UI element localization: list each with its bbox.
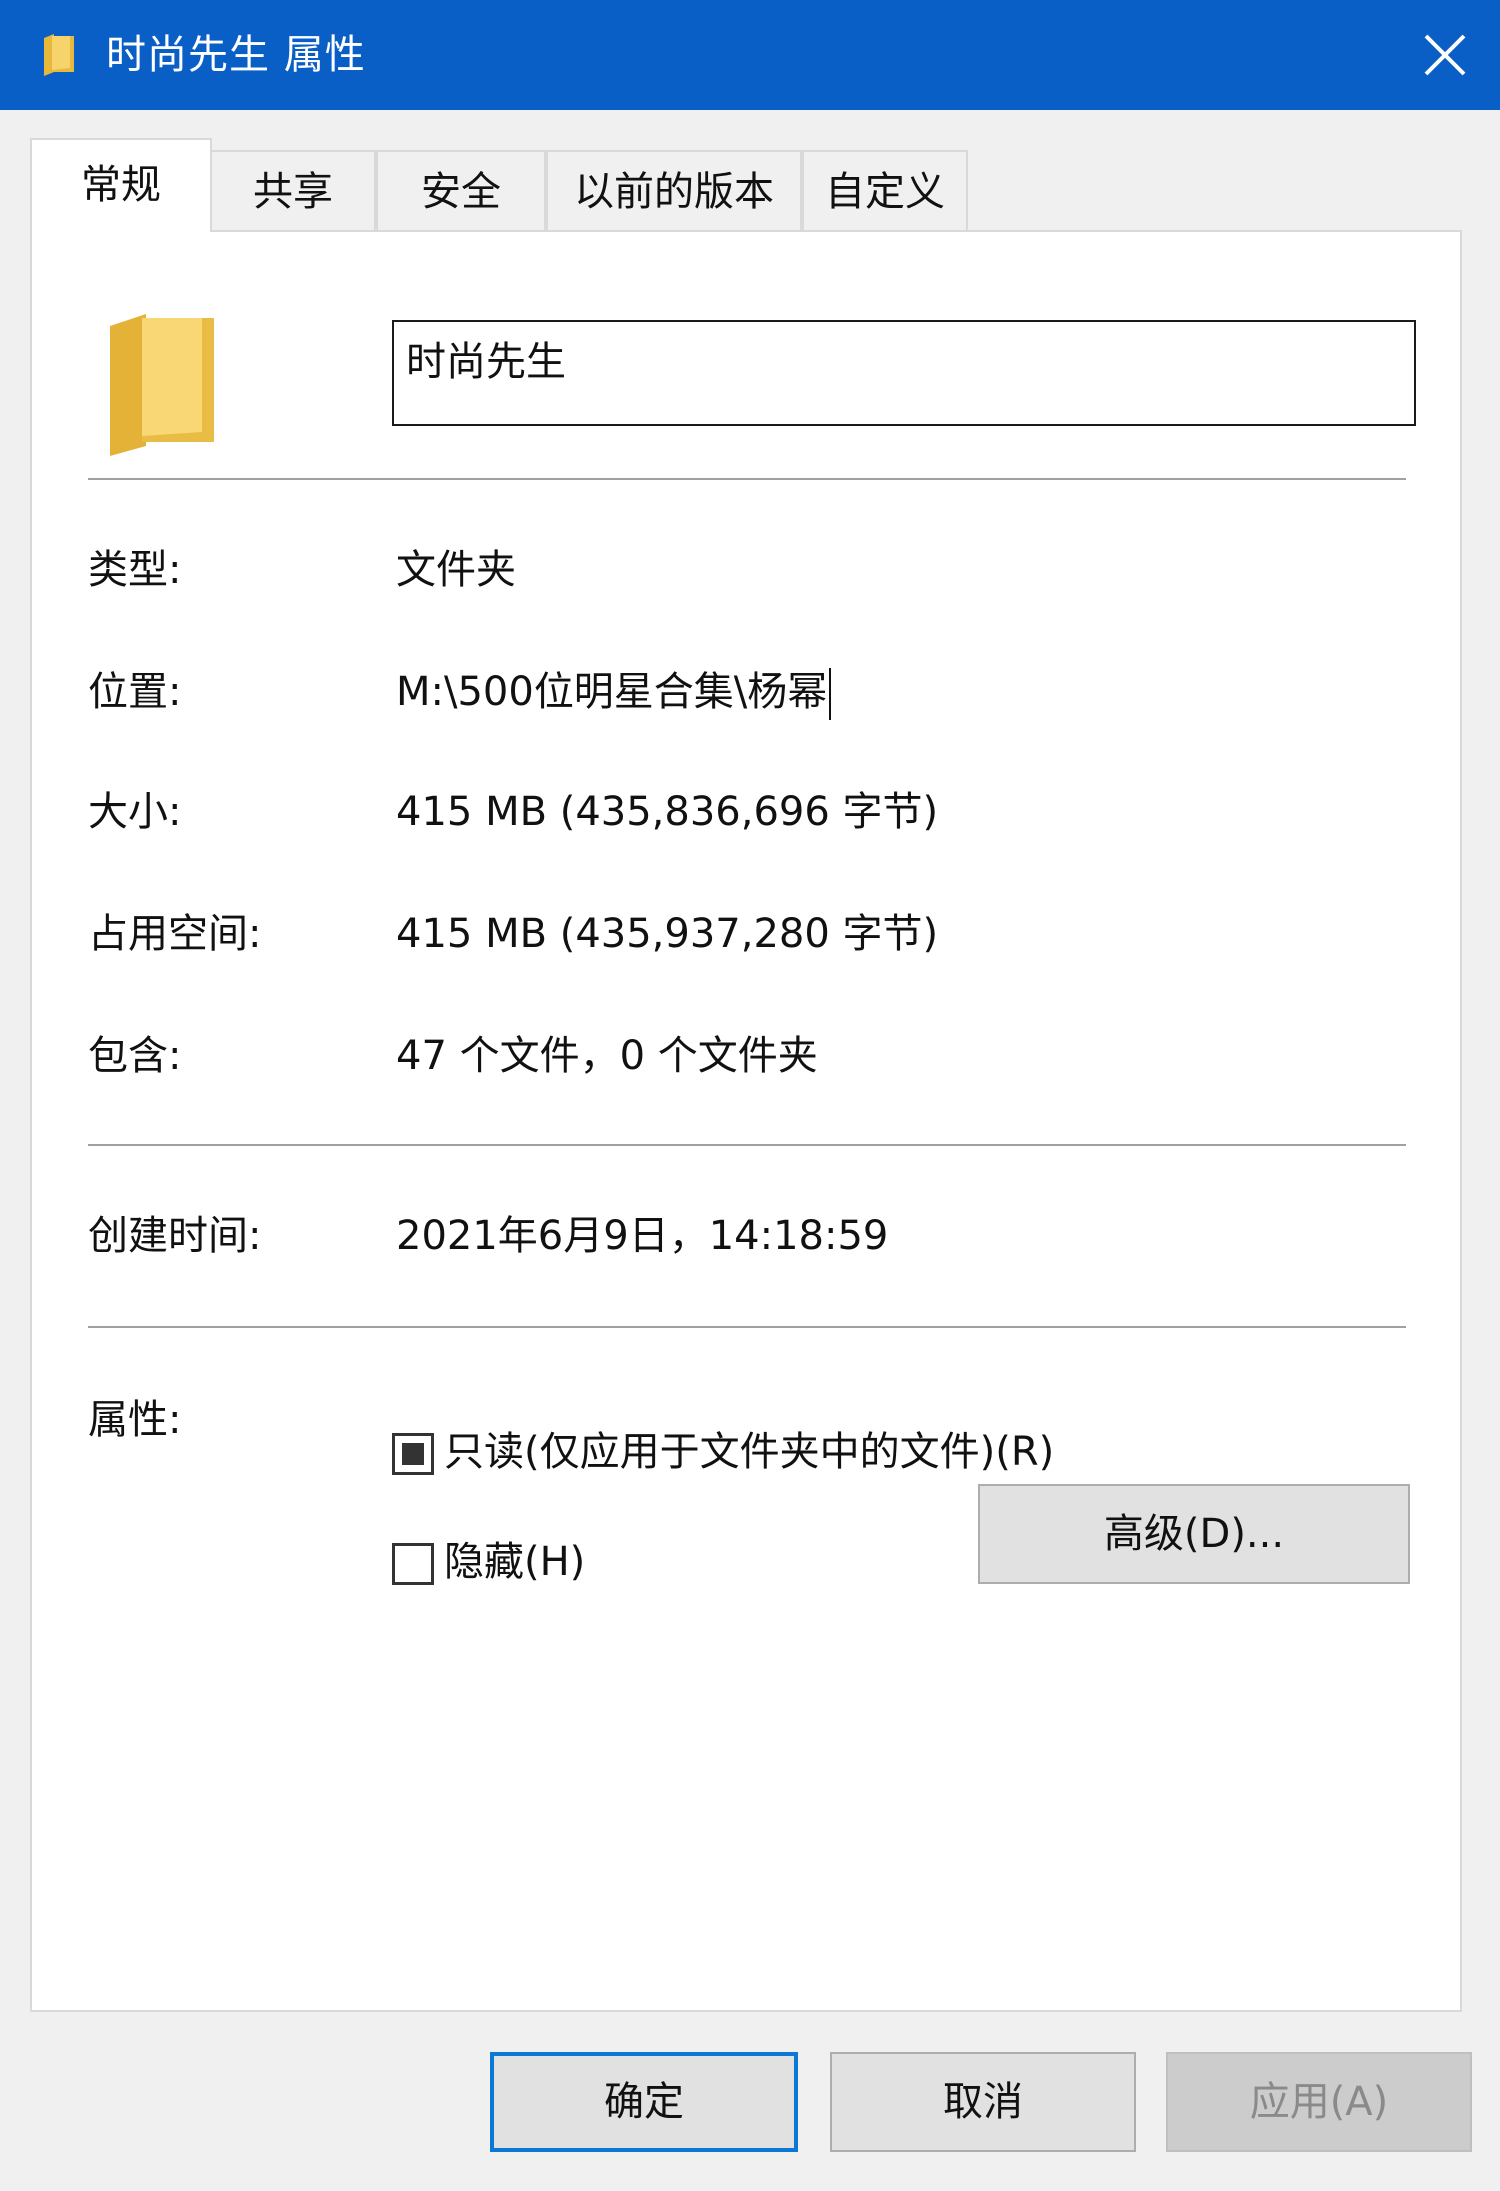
created-value: 2021年6月9日，14:18:59: [396, 1213, 889, 1259]
text-caret: [829, 668, 832, 720]
hidden-label: 隐藏(H): [444, 1539, 586, 1585]
tab-security[interactable]: 安全: [376, 150, 546, 230]
separator: [88, 1144, 1406, 1146]
ok-button[interactable]: 确定: [490, 2052, 798, 2152]
advanced-button[interactable]: 高级(D)...: [978, 1484, 1410, 1584]
separator: [88, 478, 1406, 480]
folder-icon: [110, 314, 214, 456]
tab-sharing[interactable]: 共享: [210, 150, 376, 230]
close-icon: [1424, 34, 1466, 76]
created-label: 创建时间:: [88, 1213, 262, 1259]
apply-button[interactable]: 应用(A): [1166, 2052, 1472, 2152]
folder-icon: [44, 34, 74, 76]
separator: [88, 1326, 1406, 1328]
folder-name-field[interactable]: 时尚先生: [392, 320, 1416, 426]
readonly-checkbox[interactable]: [392, 1433, 434, 1475]
type-label: 类型:: [88, 547, 182, 593]
size-label: 大小:: [88, 789, 182, 835]
title-bar[interactable]: 时尚先生 属性: [0, 0, 1500, 110]
hidden-checkbox[interactable]: [392, 1543, 434, 1585]
location-value[interactable]: M:\500位明星合集\杨幂: [396, 662, 832, 722]
location-text: M:\500位明星合集\杨幂: [396, 669, 828, 715]
properties-dialog: 时尚先生 属性 常规 共享 安全 以前的版本 自定义 时尚先生 类型: 文件夹 …: [0, 0, 1500, 2191]
disk-size-label: 占用空间:: [88, 911, 262, 957]
location-label: 位置:: [88, 669, 182, 715]
cancel-button[interactable]: 取消: [830, 2052, 1136, 2152]
window-title: 时尚先生 属性: [106, 32, 366, 78]
disk-size-value: 415 MB (435,937,280 字节): [396, 911, 939, 957]
size-value: 415 MB (435,836,696 字节): [396, 789, 939, 835]
attributes-label: 属性:: [88, 1397, 182, 1443]
general-panel: 时尚先生 类型: 文件夹 位置: M:\500位明星合集\杨幂 大小: 415 …: [30, 230, 1462, 2012]
tab-customize[interactable]: 自定义: [802, 150, 968, 230]
readonly-checkbox-row[interactable]: 只读(仅应用于文件夹中的文件)(R): [392, 1424, 1054, 1480]
contains-value: 47 个文件，0 个文件夹: [396, 1033, 818, 1079]
type-value: 文件夹: [396, 547, 516, 593]
tab-general[interactable]: 常规: [30, 138, 212, 232]
hidden-checkbox-row[interactable]: 隐藏(H): [392, 1534, 585, 1590]
contains-label: 包含:: [88, 1033, 182, 1079]
readonly-label: 只读(仅应用于文件夹中的文件)(R): [444, 1429, 1055, 1475]
tab-previous-versions[interactable]: 以前的版本: [546, 150, 802, 230]
close-button[interactable]: [1390, 0, 1500, 110]
